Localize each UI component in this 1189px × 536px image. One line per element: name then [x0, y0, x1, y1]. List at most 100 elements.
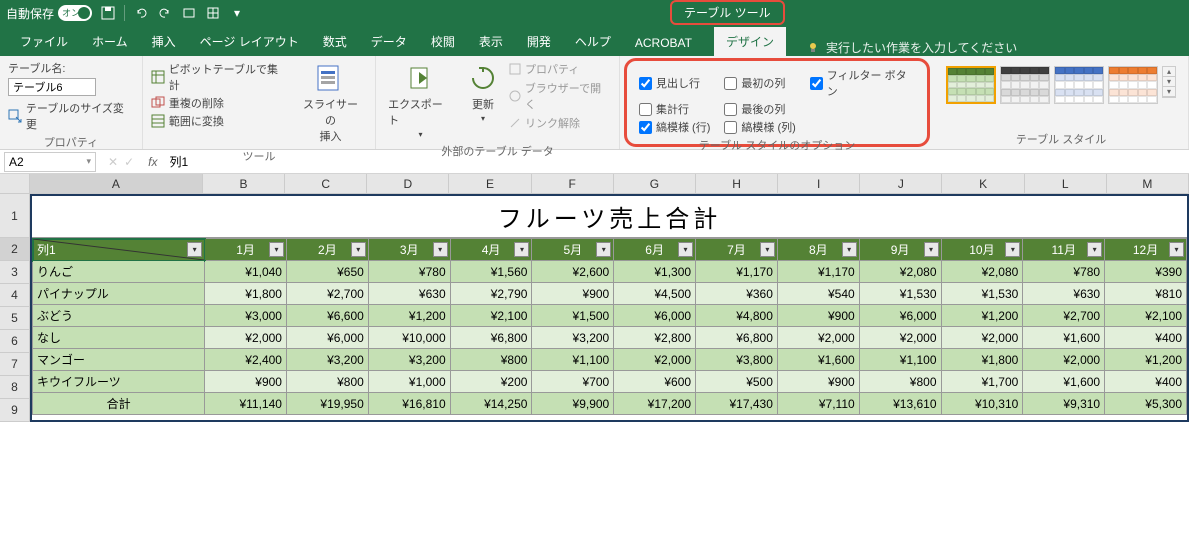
table-cell[interactable]: ¥1,200	[941, 305, 1023, 327]
table-cell[interactable]: ¥540	[777, 283, 859, 305]
table-cell[interactable]: ¥2,100	[450, 305, 532, 327]
table-cell[interactable]: ¥1,600	[1023, 371, 1105, 393]
table-cell-name[interactable]: パイナップル	[33, 283, 205, 305]
table-cell[interactable]: ¥16,810	[368, 393, 450, 415]
table-cell[interactable]: ¥2,080	[859, 261, 941, 283]
table-cell[interactable]: ¥360	[696, 283, 778, 305]
col-header-E[interactable]: E	[449, 174, 531, 193]
table-cell-name[interactable]: 合計	[33, 393, 205, 415]
table-header[interactable]: 2月▾	[286, 239, 368, 261]
table-cell[interactable]: ¥2,000	[1023, 349, 1105, 371]
table-header[interactable]: 5月▾	[532, 239, 614, 261]
table-cell[interactable]: ¥650	[286, 261, 368, 283]
qat-more-icon[interactable]: ▾	[229, 5, 245, 21]
filter-icon[interactable]: ▾	[924, 242, 939, 257]
table-cell-name[interactable]: マンゴー	[33, 349, 205, 371]
table-cell[interactable]: ¥1,040	[205, 261, 287, 283]
table-cell[interactable]: ¥1,800	[941, 349, 1023, 371]
table-cell[interactable]: ¥2,000	[941, 327, 1023, 349]
gallery-more-button[interactable]: ▴▾▾	[1162, 66, 1176, 98]
table-cell[interactable]: ¥1,100	[859, 349, 941, 371]
table-cell[interactable]: ¥3,200	[368, 349, 450, 371]
table-cell[interactable]: ¥2,100	[1105, 305, 1187, 327]
col-header-H[interactable]: H	[696, 174, 778, 193]
row-header-3[interactable]: 3	[0, 261, 30, 284]
toggle-switch[interactable]: オン	[58, 5, 92, 21]
table-cell[interactable]: ¥900	[777, 305, 859, 327]
table-cell[interactable]: ¥500	[696, 371, 778, 393]
table-cell[interactable]: ¥1,300	[614, 261, 696, 283]
style-thumb[interactable]	[1054, 66, 1104, 104]
pivot-button[interactable]: ピボットテーブルで集計	[151, 60, 288, 94]
table-cell[interactable]: ¥19,950	[286, 393, 368, 415]
table-cell[interactable]: ¥17,430	[696, 393, 778, 415]
table-cell[interactable]: ¥3,800	[696, 349, 778, 371]
filter-icon[interactable]: ▾	[842, 242, 857, 257]
col-header-G[interactable]: G	[614, 174, 696, 193]
table-cell[interactable]: ¥630	[1023, 283, 1105, 305]
chk-banded-cols[interactable]: 縞模様 (列)	[724, 119, 795, 135]
col-header-C[interactable]: C	[285, 174, 367, 193]
table-name-input[interactable]	[8, 78, 96, 96]
table-cell[interactable]: ¥6,000	[859, 305, 941, 327]
table-cell[interactable]: ¥10,000	[368, 327, 450, 349]
chk-filter-btn[interactable]: フィルター ボタン	[810, 67, 915, 99]
table-cell[interactable]: ¥3,200	[286, 349, 368, 371]
col-header-L[interactable]: L	[1025, 174, 1107, 193]
table-cell[interactable]: ¥800	[286, 371, 368, 393]
table-cell[interactable]: ¥1,170	[696, 261, 778, 283]
filter-icon[interactable]: ▾	[1087, 242, 1102, 257]
table-cell[interactable]: ¥1,600	[777, 349, 859, 371]
table-cell[interactable]: ¥400	[1105, 327, 1187, 349]
table-cell[interactable]: ¥1,100	[532, 349, 614, 371]
col-header-D[interactable]: D	[367, 174, 449, 193]
table-cell[interactable]: ¥2,700	[1023, 305, 1105, 327]
row-header-1[interactable]: 1	[0, 194, 30, 238]
table-cell[interactable]: ¥5,300	[1105, 393, 1187, 415]
tab-design[interactable]: デザイン	[714, 27, 786, 56]
undo-icon[interactable]	[133, 5, 149, 21]
style-thumb[interactable]	[946, 66, 996, 104]
filter-icon[interactable]: ▾	[187, 242, 202, 257]
redo-icon[interactable]	[157, 5, 173, 21]
table-cell[interactable]: ¥10,310	[941, 393, 1023, 415]
tab-layout[interactable]: ページ レイアウト	[188, 27, 311, 56]
table-cell-name[interactable]: なし	[33, 327, 205, 349]
enter-icon[interactable]: ✓	[124, 155, 134, 169]
table-cell[interactable]: ¥14,250	[450, 393, 532, 415]
table-cell[interactable]: ¥600	[614, 371, 696, 393]
table-header[interactable]: 3月▾	[368, 239, 450, 261]
col-header-B[interactable]: B	[203, 174, 285, 193]
table-cell[interactable]: ¥7,110	[777, 393, 859, 415]
filter-icon[interactable]: ▾	[678, 242, 693, 257]
table-cell[interactable]: ¥780	[368, 261, 450, 283]
table-cell[interactable]: ¥1,700	[941, 371, 1023, 393]
table-cell[interactable]: ¥2,800	[614, 327, 696, 349]
table-cell[interactable]: ¥800	[450, 349, 532, 371]
tab-help[interactable]: ヘルプ	[563, 27, 623, 56]
convert-range-button[interactable]: 範囲に変換	[151, 112, 288, 130]
table-cell[interactable]: ¥2,400	[205, 349, 287, 371]
table-cell[interactable]: ¥9,310	[1023, 393, 1105, 415]
table-cell[interactable]: ¥2,000	[205, 327, 287, 349]
chk-last-col[interactable]: 最後の列	[724, 101, 795, 117]
table-cell[interactable]: ¥1,170	[777, 261, 859, 283]
chk-banded-rows[interactable]: 縞模様 (行)	[639, 119, 710, 135]
tab-review[interactable]: 校閲	[419, 27, 467, 56]
table-cell[interactable]: ¥700	[532, 371, 614, 393]
cancel-icon[interactable]: ✕	[108, 155, 118, 169]
table-header[interactable]: 1月▾	[205, 239, 287, 261]
filter-icon[interactable]: ▾	[351, 242, 366, 257]
tab-home[interactable]: ホーム	[80, 27, 140, 56]
tab-formulas[interactable]: 数式	[311, 27, 359, 56]
table-cell[interactable]: ¥2,000	[614, 349, 696, 371]
qat-icon-1[interactable]	[181, 5, 197, 21]
table-header[interactable]: 12月▾	[1105, 239, 1187, 261]
table-cell[interactable]: ¥1,500	[532, 305, 614, 327]
table-header[interactable]: 10月▾	[941, 239, 1023, 261]
name-box[interactable]: A2▾	[4, 152, 96, 172]
table-cell[interactable]: ¥4,500	[614, 283, 696, 305]
table-cell[interactable]: ¥780	[1023, 261, 1105, 283]
table-cell[interactable]: ¥4,800	[696, 305, 778, 327]
row-header-9[interactable]: 9	[0, 399, 30, 422]
